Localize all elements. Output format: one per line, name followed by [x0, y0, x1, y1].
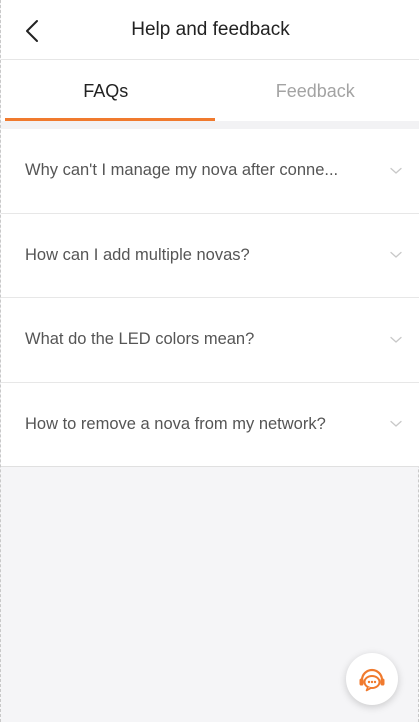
faq-item[interactable]: How to remove a nova from my network? [1, 383, 419, 467]
faq-list: Why can't I manage my nova after conne..… [1, 129, 419, 467]
chevron-down-icon [390, 251, 402, 259]
faq-question: How can I add multiple novas? [25, 245, 250, 264]
faq-item[interactable]: Why can't I manage my nova after conne..… [1, 129, 419, 214]
chevron-down-icon [390, 336, 402, 344]
faq-question: Why can't I manage my nova after conne..… [25, 161, 339, 180]
header-bar: Help and feedback [1, 0, 419, 60]
page-title: Help and feedback [131, 19, 290, 40]
section-divider [1, 121, 419, 129]
chevron-down-icon [390, 167, 402, 175]
tab-feedback[interactable]: Feedback [211, 60, 419, 122]
faq-question: How to remove a nova from my network? [25, 414, 326, 433]
faq-item[interactable]: How can I add multiple novas? [1, 214, 419, 298]
customer-service-chat-icon [359, 668, 385, 692]
faq-question: What do the LED colors mean? [25, 330, 255, 349]
customer-support-button[interactable] [346, 653, 398, 705]
chevron-down-icon [390, 420, 402, 428]
tab-faqs[interactable]: FAQs [1, 60, 211, 122]
tab-bar: FAQs Feedback [1, 60, 419, 122]
app-screen: Help and feedback FAQs Feedback Why can'… [0, 0, 419, 722]
faq-item[interactable]: What do the LED colors mean? [1, 298, 419, 383]
